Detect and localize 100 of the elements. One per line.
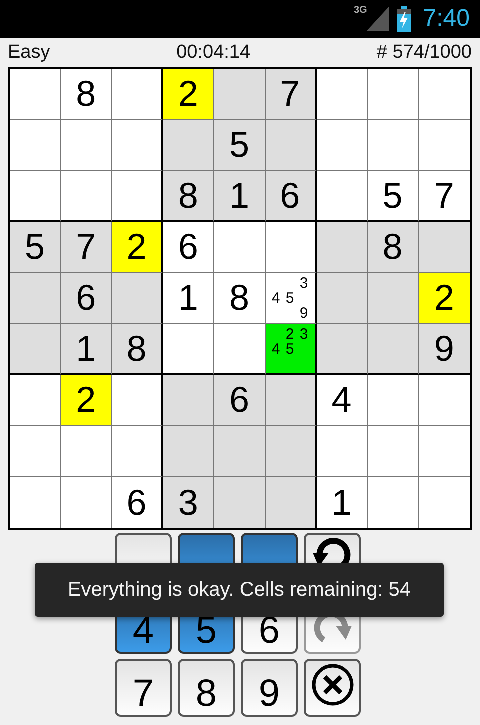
grid-cell[interactable] <box>316 426 368 477</box>
grid-cell[interactable] <box>418 477 470 528</box>
pencil-mark: 4 <box>272 342 280 356</box>
grid-cell[interactable]: 4 <box>316 375 368 426</box>
grid-cell[interactable] <box>368 324 419 375</box>
digit-key[interactable]: 8 <box>178 659 235 717</box>
grid-cell[interactable]: 5 <box>10 222 62 273</box>
grid-cell[interactable] <box>163 426 214 477</box>
grid-cell[interactable] <box>112 171 164 222</box>
grid-cell[interactable] <box>266 222 317 273</box>
pencil-mark: 3 <box>300 276 308 291</box>
grid-cell[interactable] <box>316 171 368 222</box>
grid-cell[interactable] <box>214 324 266 375</box>
grid-cell[interactable] <box>266 477 317 528</box>
grid-cell[interactable] <box>418 375 470 426</box>
pencil-mark: 4 <box>272 291 280 306</box>
grid-cell[interactable]: 1 <box>163 273 214 324</box>
grid-cell[interactable]: 8 <box>368 222 419 273</box>
grid-cell[interactable] <box>368 69 419 120</box>
grid-cell[interactable] <box>316 69 368 120</box>
grid-cell[interactable]: 2 <box>61 375 112 426</box>
grid-cell[interactable] <box>266 375 317 426</box>
digit-key[interactable]: 9 <box>241 659 298 717</box>
grid-cell[interactable] <box>163 375 214 426</box>
grid-cell[interactable] <box>10 375 62 426</box>
grid-cell[interactable]: 6 <box>214 375 266 426</box>
grid-cell[interactable] <box>61 477 112 528</box>
grid-cell[interactable] <box>112 273 164 324</box>
grid-cell[interactable] <box>316 222 368 273</box>
grid-cell[interactable] <box>418 120 470 171</box>
grid-cell[interactable] <box>368 273 419 324</box>
grid-cell[interactable] <box>112 69 164 120</box>
grid-cell[interactable] <box>418 426 470 477</box>
grid-cell[interactable] <box>10 120 62 171</box>
grid-cell[interactable]: 2 3 4 5 <box>266 324 317 375</box>
grid-cell[interactable] <box>214 477 266 528</box>
grid-cell[interactable] <box>316 120 368 171</box>
grid-cell[interactable] <box>10 477 62 528</box>
grid-cell[interactable] <box>163 120 214 171</box>
pencil-mark: 5 <box>286 342 294 356</box>
digit-key[interactable]: 7 <box>115 659 172 717</box>
grid-cell[interactable]: 6 <box>266 171 317 222</box>
grid-cell[interactable]: 2 <box>418 273 470 324</box>
grid-cell[interactable] <box>316 273 368 324</box>
grid-cell[interactable] <box>10 426 62 477</box>
grid-cell[interactable] <box>214 222 266 273</box>
grid-cell[interactable]: 6 <box>112 477 164 528</box>
grid-cell[interactable] <box>10 171 62 222</box>
clock: 7:40 <box>423 5 470 33</box>
grid-cell[interactable]: 1 <box>61 324 112 375</box>
grid-cell[interactable] <box>266 426 317 477</box>
grid-cell[interactable]: 3 4 5 9 <box>266 273 317 324</box>
grid-cell[interactable] <box>368 120 419 171</box>
grid-cell[interactable] <box>10 69 62 120</box>
grid-cell[interactable]: 5 <box>214 120 266 171</box>
grid-cell[interactable] <box>163 324 214 375</box>
clear-button[interactable] <box>304 659 361 717</box>
grid-cell[interactable] <box>112 375 164 426</box>
grid-cell[interactable] <box>214 426 266 477</box>
grid-cell[interactable]: 2 <box>112 222 164 273</box>
grid-cell[interactable] <box>214 69 266 120</box>
grid-cell[interactable]: 6 <box>163 222 214 273</box>
pencil-mark: 2 <box>286 326 294 342</box>
clear-icon <box>310 663 354 707</box>
grid-cell[interactable]: 2 <box>163 69 214 120</box>
grid-cell[interactable] <box>112 426 164 477</box>
grid-cell[interactable] <box>316 324 368 375</box>
grid-cell[interactable] <box>418 222 470 273</box>
grid-cell[interactable]: 7 <box>61 222 112 273</box>
grid-cell[interactable]: 8 <box>61 69 112 120</box>
difficulty-label: Easy <box>8 42 50 64</box>
grid-cell[interactable] <box>10 324 62 375</box>
grid-cell[interactable]: 7 <box>418 171 470 222</box>
grid-cell[interactable]: 8 <box>112 324 164 375</box>
grid-cell[interactable]: 1 <box>316 477 368 528</box>
grid-cell[interactable] <box>61 120 112 171</box>
grid-cell[interactable]: 8 <box>163 171 214 222</box>
grid-cell[interactable] <box>418 69 470 120</box>
grid-cell[interactable]: 7 <box>266 69 317 120</box>
grid-cell[interactable]: 6 <box>61 273 112 324</box>
grid-cell[interactable]: 5 <box>368 171 419 222</box>
grid-cell[interactable]: 8 <box>214 273 266 324</box>
grid-cell[interactable] <box>10 273 62 324</box>
grid-cell[interactable]: 9 <box>418 324 470 375</box>
timer: 00:04:14 <box>176 42 251 64</box>
grid-cell[interactable] <box>112 120 164 171</box>
puzzle-number: # 574/1000 <box>376 42 472 64</box>
grid-cell[interactable]: 3 <box>163 477 214 528</box>
pencil-mark: 5 <box>286 291 294 306</box>
network-label: 3G <box>354 5 368 16</box>
grid-cell[interactable] <box>61 171 112 222</box>
grid-cell[interactable] <box>266 120 317 171</box>
grid-cell[interactable] <box>61 426 112 477</box>
grid-cell[interactable]: 1 <box>214 171 266 222</box>
battery-icon <box>397 6 412 32</box>
signal-icon <box>367 7 390 31</box>
pencil-mark: 3 <box>300 326 308 342</box>
grid-cell[interactable] <box>368 477 419 528</box>
grid-cell[interactable] <box>368 426 419 477</box>
grid-cell[interactable] <box>368 375 419 426</box>
